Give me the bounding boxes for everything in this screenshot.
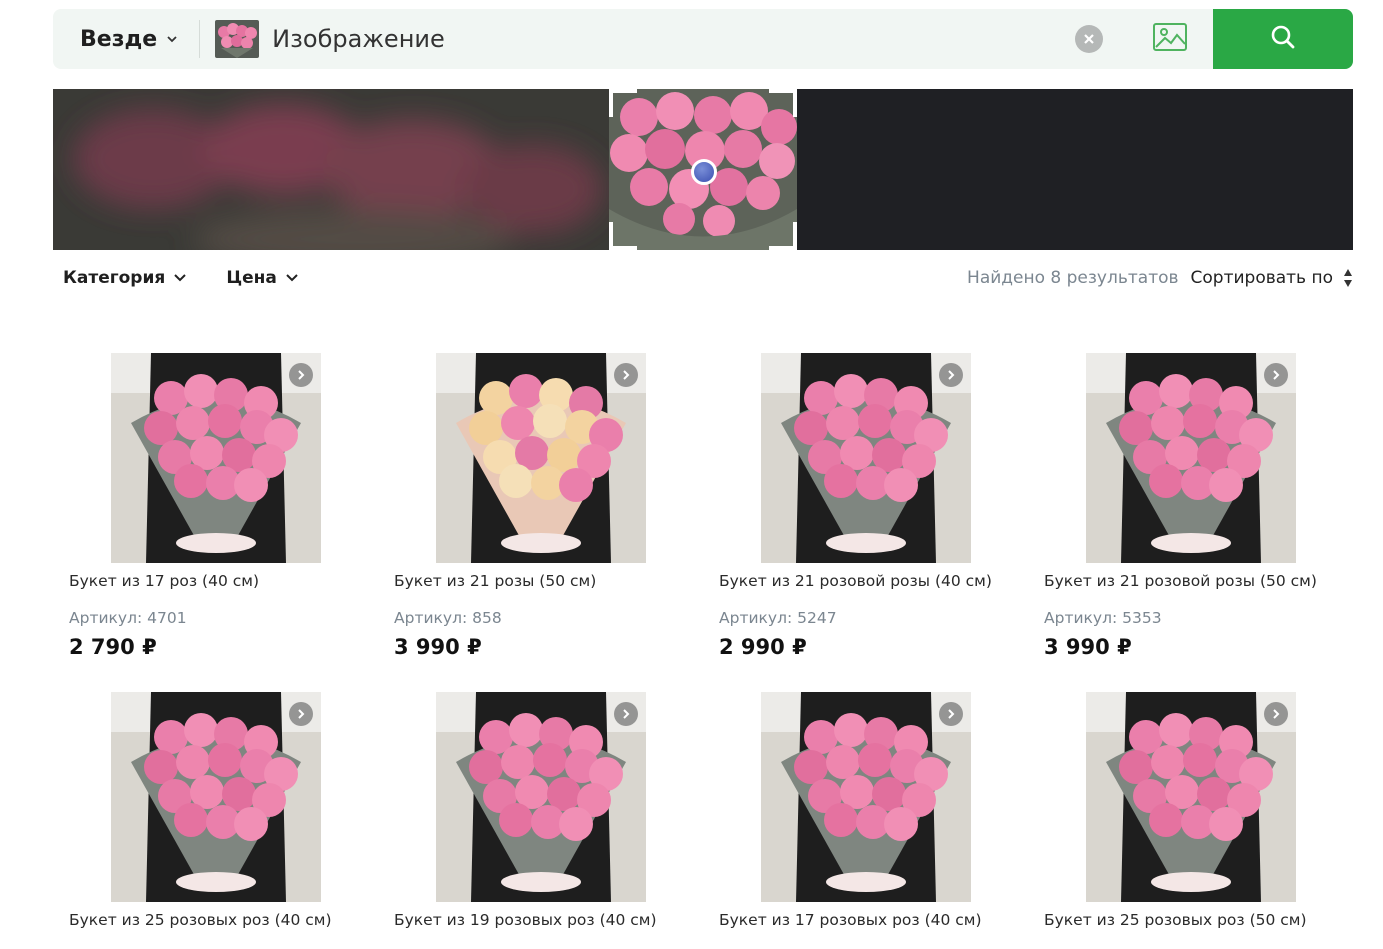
chevron-right-icon	[1271, 366, 1281, 385]
chevron-right-icon	[946, 705, 956, 724]
crop-corner-handle[interactable]	[609, 222, 637, 250]
next-image-button[interactable]	[289, 702, 313, 726]
chevron-right-icon	[621, 705, 631, 724]
image-search-button[interactable]	[1151, 23, 1189, 55]
scope-label: Везде	[80, 26, 158, 52]
blurred-image-background	[53, 89, 609, 250]
sort-arrows-icon	[1343, 268, 1353, 288]
next-image-button[interactable]	[1264, 363, 1288, 387]
clear-search-button[interactable]	[1075, 25, 1103, 53]
chevron-right-icon	[946, 366, 956, 385]
search-bar: Везде Изображение	[53, 9, 1353, 69]
chevron-down-icon	[167, 34, 177, 44]
next-image-button[interactable]	[939, 702, 963, 726]
next-image-button[interactable]	[614, 702, 638, 726]
search-query-label[interactable]: Изображение	[272, 25, 1075, 53]
product-image[interactable]	[761, 353, 971, 563]
next-image-button[interactable]	[289, 363, 313, 387]
product-price: 3 990 ₽	[1044, 635, 1132, 659]
chevron-right-icon	[1271, 705, 1281, 724]
product-title[interactable]: Букет из 21 розы (50 см)	[394, 572, 596, 590]
product-image[interactable]	[1086, 692, 1296, 902]
next-image-button[interactable]	[1264, 702, 1288, 726]
close-icon	[1083, 30, 1095, 49]
crop-corner-handle[interactable]	[769, 222, 797, 250]
crop-center-handle[interactable]	[691, 159, 717, 185]
sort-dropdown[interactable]: Сортировать по	[1191, 268, 1353, 288]
image-crop-panel	[53, 89, 1353, 250]
product-title[interactable]: Букет из 21 розовой розы (50 см)	[1044, 572, 1317, 590]
chevron-right-icon	[296, 705, 306, 724]
product-title[interactable]: Букет из 19 розовых роз (40 см)	[394, 911, 657, 929]
filter-label: Категория	[63, 268, 166, 288]
chevron-right-icon	[296, 366, 306, 385]
product-sku: Артикул: 858	[394, 609, 502, 627]
query-image-thumbnail	[215, 20, 260, 58]
crop-corner-handle[interactable]	[609, 89, 637, 117]
product-image[interactable]	[436, 353, 646, 563]
image-icon	[1152, 22, 1188, 56]
filter-category[interactable]: Категория	[63, 268, 187, 288]
search-button[interactable]	[1213, 9, 1353, 69]
product-sku: Артикул: 5247	[719, 609, 837, 627]
product-sku: Артикул: 5353	[1044, 609, 1162, 627]
chevron-right-icon	[621, 366, 631, 385]
product-price: 2 790 ₽	[69, 635, 157, 659]
search-icon	[1270, 24, 1296, 54]
product-title[interactable]: Букет из 25 розовых роз (50 см)	[1044, 911, 1307, 929]
product-image[interactable]	[111, 353, 321, 563]
product-image[interactable]	[436, 692, 646, 902]
chevron-down-icon	[286, 274, 298, 282]
filter-label: Цена	[226, 268, 277, 288]
filter-price[interactable]: Цена	[226, 268, 298, 288]
product-title[interactable]: Букет из 25 розовых роз (40 см)	[69, 911, 332, 929]
crop-corner-handle[interactable]	[769, 89, 797, 117]
product-title[interactable]: Букет из 21 розовой розы (40 см)	[719, 572, 992, 590]
product-sku: Артикул: 4701	[69, 609, 187, 627]
next-image-button[interactable]	[614, 363, 638, 387]
product-image[interactable]	[111, 692, 321, 902]
product-title[interactable]: Букет из 17 роз (40 см)	[69, 572, 259, 590]
next-image-button[interactable]	[939, 363, 963, 387]
results-bar: Найдено 8 результатов Сортировать по	[967, 268, 1353, 288]
product-image[interactable]	[761, 692, 971, 902]
results-count: Найдено 8 результатов	[967, 268, 1179, 288]
product-price: 3 990 ₽	[394, 635, 482, 659]
sort-label: Сортировать по	[1190, 268, 1333, 288]
divider	[199, 20, 201, 58]
scope-dropdown[interactable]: Везде	[53, 9, 177, 69]
product-title[interactable]: Букет из 17 розовых роз (40 см)	[719, 911, 982, 929]
chevron-down-icon	[174, 274, 187, 282]
crop-selection[interactable]	[609, 89, 797, 250]
product-price: 2 990 ₽	[719, 635, 807, 659]
product-image[interactable]	[1086, 353, 1296, 563]
filters-bar: Категория Цена	[63, 268, 298, 288]
